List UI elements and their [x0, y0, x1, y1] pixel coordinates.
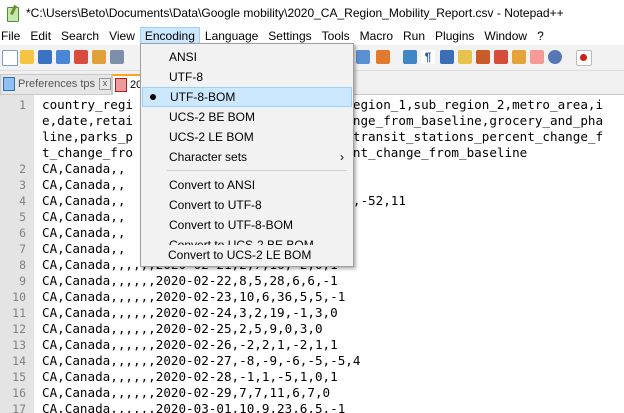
- unsaved-file-icon: [115, 78, 127, 93]
- menu-item-ucs2-be-bom[interactable]: UCS-2 BE BOM: [142, 107, 352, 127]
- record-dot-icon: [580, 54, 587, 61]
- menu-help[interactable]: ?: [532, 27, 549, 45]
- menu-edit[interactable]: Edit: [25, 27, 56, 45]
- editor-line: 16 CA,Canada,,,,,,2020-02-29,7,7,11,6,7,0: [12, 385, 331, 400]
- tab-preferences[interactable]: Preferences tps x: [0, 74, 112, 94]
- menu-item-ucs2-le-bom[interactable]: UCS-2 LE BOM: [142, 127, 352, 147]
- menu-encoding[interactable]: Encoding: [139, 26, 200, 45]
- title-bar: *C:\Users\Beto\Documents\Data\Google mob…: [0, 0, 624, 26]
- tab-label: Preferences tps: [18, 78, 96, 90]
- menu-view[interactable]: View: [104, 27, 140, 45]
- new-file-icon[interactable]: [2, 50, 18, 66]
- menu-language[interactable]: Language: [200, 27, 263, 45]
- menu-item-utf8[interactable]: UTF-8: [142, 67, 352, 87]
- menu-tools[interactable]: Tools: [317, 27, 355, 45]
- close-all-icon[interactable]: [92, 50, 106, 64]
- print-icon[interactable]: [110, 50, 124, 64]
- menu-settings[interactable]: Settings: [263, 27, 316, 45]
- save-all-icon[interactable]: [56, 50, 70, 64]
- editor-line: 15 CA,Canada,,,,,,2020-02-28,-1,1,-5,1,0,…: [12, 369, 338, 384]
- save-icon[interactable]: [38, 50, 52, 64]
- user-lang-icon[interactable]: [458, 50, 472, 64]
- editor-line: 14 CA,Canada,,,,,,2020-02-27,-8,-9,-6,-5,…: [12, 353, 361, 368]
- menu-item-convert-utf8-bom[interactable]: Convert to UTF-8-BOM: [142, 215, 352, 235]
- replace-icon[interactable]: [376, 50, 390, 64]
- notepadpp-logo-icon: [6, 4, 20, 22]
- editor-line: 9 CA,Canada,,,,,,2020-02-22,8,5,28,6,6,-1: [19, 273, 338, 288]
- menu-item-convert-utf8[interactable]: Convert to UTF-8: [142, 195, 352, 215]
- menu-file[interactable]: File: [0, 27, 25, 45]
- monitoring-icon[interactable]: [530, 50, 544, 64]
- indent-guide-icon[interactable]: [440, 50, 454, 64]
- menu-run[interactable]: Run: [398, 27, 430, 45]
- menu-plugins[interactable]: Plugins: [430, 27, 479, 45]
- menu-item-character-sets[interactable]: Character sets ›: [142, 147, 352, 167]
- doc-map-icon[interactable]: [476, 50, 490, 64]
- eye-icon[interactable]: [548, 50, 562, 64]
- editor-line: 11 CA,Canada,,,,,,2020-02-24,3,2,19,-1,3,…: [12, 305, 338, 320]
- file-tab-icon: [3, 77, 15, 92]
- encoding-menu: ANSI UTF-8 UTF-8-BOM UCS-2 BE BOM UCS-2 …: [140, 43, 354, 267]
- editor-line: 17 CA,Canada,,,,,,2020-03-01,10,9,23,6,5,…: [12, 401, 346, 413]
- close-icon[interactable]: x: [99, 78, 112, 91]
- show-all-chars-icon[interactable]: ¶: [421, 50, 435, 64]
- close-file-icon[interactable]: [74, 50, 88, 64]
- menu-separator: [167, 170, 347, 171]
- folder-workspace-icon[interactable]: [512, 50, 526, 64]
- wrap-icon[interactable]: [403, 50, 417, 64]
- menu-window[interactable]: Window: [479, 27, 532, 45]
- menu-search[interactable]: Search: [56, 27, 104, 45]
- radio-bullet-icon: [150, 94, 156, 100]
- menu-item-convert-ucs2-le-bom[interactable]: Convert to UCS-2 LE BOM: [141, 245, 351, 265]
- editor-line: 13 CA,Canada,,,,,,2020-02-26,-2,2,1,-2,1,…: [12, 337, 338, 352]
- find-icon[interactable]: [356, 50, 370, 64]
- menu-item-utf8-bom[interactable]: UTF-8-BOM: [142, 87, 352, 107]
- menu-macro[interactable]: Macro: [355, 27, 398, 45]
- function-list-icon[interactable]: [494, 50, 508, 64]
- menu-item-ansi[interactable]: ANSI: [142, 47, 352, 67]
- menu-item-convert-ansi[interactable]: Convert to ANSI: [142, 175, 352, 195]
- window-title: *C:\Users\Beto\Documents\Data\Google mob…: [26, 6, 564, 20]
- editor-line: 12 CA,Canada,,,,,,2020-02-25,2,5,9,0,3,0: [12, 321, 323, 336]
- editor-line: 10 CA,Canada,,,,,,2020-02-23,10,6,36,5,5,…: [12, 289, 346, 304]
- submenu-arrow-icon: ›: [340, 150, 344, 164]
- open-folder-icon[interactable]: [20, 50, 34, 64]
- notepadpp-window: *C:\Users\Beto\Documents\Data\Google mob…: [0, 0, 624, 413]
